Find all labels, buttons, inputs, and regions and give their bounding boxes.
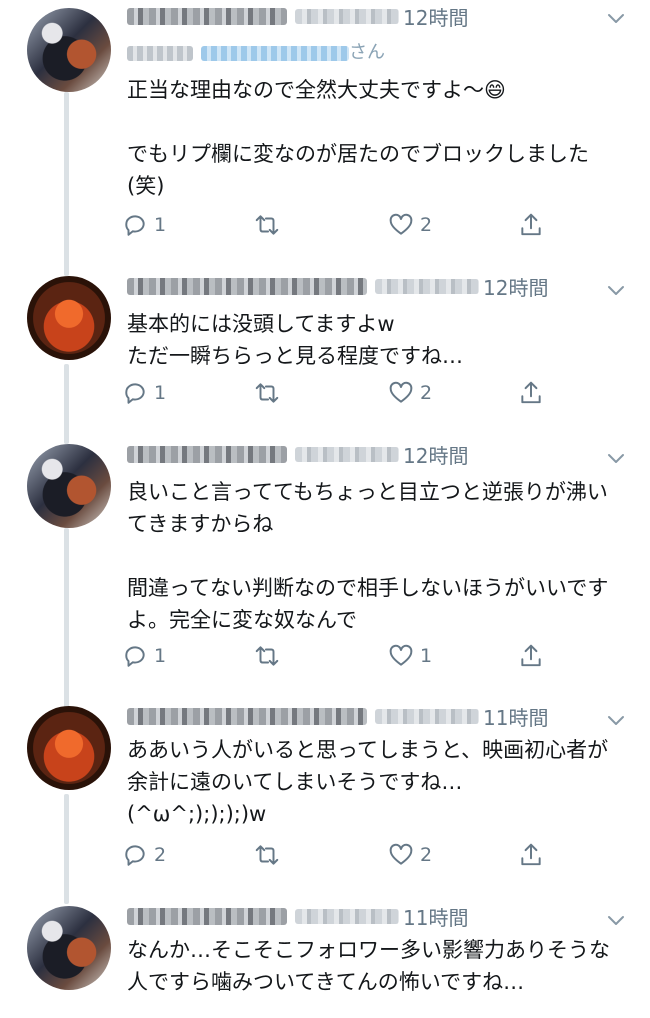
retweet-icon bbox=[255, 215, 279, 235]
share-icon bbox=[521, 381, 541, 404]
retweet-icon bbox=[255, 646, 279, 666]
heart-icon bbox=[389, 644, 413, 666]
timestamp[interactable]: 11時間 bbox=[403, 906, 468, 930]
tweet-text: ああいう人がいると思ってしまうと、映画初心者が余計に遠のいてしまいそうですね… … bbox=[127, 738, 609, 826]
tweet[interactable]: 12時間 さん 正当な理由なので全然大丈夫ですよ〜😄 でもリプ欄に変なのが居たの… bbox=[0, 0, 650, 260]
tweet[interactable]: 11時間 なんか…そこそこフォロワー多い影響力ありそうな人ですら噛みついてきてん… bbox=[0, 900, 650, 1018]
chevron-down-icon[interactable] bbox=[606, 280, 626, 300]
display-name-redacted[interactable] bbox=[127, 908, 287, 925]
reply-button[interactable]: 1 bbox=[122, 638, 166, 674]
like-button[interactable]: 2 bbox=[388, 375, 432, 411]
retweet-icon bbox=[255, 383, 279, 403]
display-name-redacted[interactable] bbox=[127, 446, 287, 463]
reply-icon bbox=[125, 383, 145, 404]
reply-count: 1 bbox=[154, 214, 167, 236]
timestamp[interactable]: 12時間 bbox=[483, 276, 548, 300]
tweet-header: 12時間 bbox=[127, 440, 627, 472]
like-button[interactable]: 1 bbox=[388, 638, 432, 674]
reply-icon bbox=[125, 215, 145, 236]
chevron-down-icon[interactable] bbox=[606, 910, 626, 930]
display-name-redacted[interactable] bbox=[127, 8, 287, 25]
tweet-text: 良いこと言っててもちょっと目立つと逆張りが沸いてきますからね 間違ってない判断な… bbox=[127, 480, 609, 632]
retweet-button[interactable] bbox=[254, 375, 286, 411]
share-icon bbox=[521, 843, 541, 866]
share-icon bbox=[521, 213, 541, 236]
share-icon bbox=[521, 644, 541, 667]
like-button[interactable]: 2 bbox=[388, 837, 432, 873]
timestamp[interactable]: 12時間 bbox=[403, 6, 468, 30]
tweet-text: 基本的には没頭してますよw ただ一瞬ちらっと見る程度ですね… bbox=[127, 312, 463, 368]
tweet-header: 11時間 bbox=[127, 902, 627, 934]
handle-redacted[interactable] bbox=[295, 909, 399, 924]
tweet-actions: 1 2 bbox=[122, 375, 562, 411]
retweet-icon bbox=[255, 845, 279, 865]
reply-button[interactable]: 1 bbox=[122, 375, 166, 411]
tweet-header: 12時間 bbox=[127, 2, 627, 34]
avatar[interactable] bbox=[27, 444, 111, 528]
like-count: 2 bbox=[420, 214, 433, 236]
reply-count: 1 bbox=[154, 645, 167, 667]
reply-count: 1 bbox=[154, 382, 167, 404]
tweet-actions: 1 1 bbox=[122, 638, 562, 674]
like-button[interactable]: 2 bbox=[388, 207, 432, 243]
tweet-text: なんか…そこそこフォロワー多い影響力ありそうな人ですら噛みついてきてんの怖いです… bbox=[127, 938, 610, 994]
retweet-button[interactable] bbox=[254, 638, 286, 674]
handle-redacted[interactable] bbox=[375, 709, 479, 724]
tweet-header: 12時間 bbox=[127, 272, 627, 304]
like-count: 2 bbox=[420, 844, 433, 866]
replying-to: さん bbox=[127, 38, 385, 64]
share-button[interactable] bbox=[518, 638, 544, 674]
reply-icon bbox=[125, 845, 145, 866]
share-button[interactable] bbox=[518, 207, 544, 243]
display-name-redacted[interactable] bbox=[127, 708, 367, 725]
tweet[interactable]: 12時間 良いこと言っててもちょっと目立つと逆張りが沸いてきますからね 間違って… bbox=[0, 438, 650, 698]
retweet-button[interactable] bbox=[254, 837, 286, 873]
reply-button[interactable]: 1 bbox=[122, 207, 166, 243]
like-count: 1 bbox=[420, 645, 433, 667]
timestamp[interactable]: 11時間 bbox=[483, 706, 548, 730]
avatar[interactable] bbox=[27, 276, 111, 360]
chevron-down-icon[interactable] bbox=[606, 8, 626, 28]
handle-redacted[interactable] bbox=[295, 9, 399, 24]
tweet-text: 正当な理由なので全然大丈夫ですよ〜😄 でもリプ欄に変なのが居たのでブロックしまし… bbox=[127, 78, 589, 198]
heart-icon bbox=[389, 213, 413, 235]
tweet[interactable]: 11時間 ああいう人がいると思ってしまうと、映画初心者が余計に遠のいてしまいそう… bbox=[0, 700, 650, 900]
tweet[interactable]: 12時間 基本的には没頭してますよw ただ一瞬ちらっと見る程度ですね… 1 2 bbox=[0, 270, 650, 440]
reply-icon bbox=[125, 646, 145, 667]
like-count: 2 bbox=[420, 382, 433, 404]
replying-to-handle-redacted[interactable] bbox=[201, 45, 349, 61]
heart-icon bbox=[389, 843, 413, 865]
heart-icon bbox=[389, 381, 413, 403]
tweet-header: 11時間 bbox=[127, 702, 627, 734]
timestamp[interactable]: 12時間 bbox=[403, 444, 468, 468]
replying-to-label-redacted bbox=[127, 45, 193, 61]
share-button[interactable] bbox=[518, 375, 544, 411]
tweet-actions: 1 2 bbox=[122, 207, 562, 243]
replying-to-suffix: さん bbox=[349, 42, 385, 63]
share-button[interactable] bbox=[518, 837, 544, 873]
retweet-button[interactable] bbox=[254, 207, 286, 243]
avatar[interactable] bbox=[27, 906, 111, 990]
chevron-down-icon[interactable] bbox=[606, 448, 626, 468]
display-name-redacted[interactable] bbox=[127, 278, 367, 295]
avatar[interactable] bbox=[27, 706, 111, 790]
reply-count: 2 bbox=[154, 844, 167, 866]
reply-button[interactable]: 2 bbox=[122, 837, 166, 873]
tweet-actions: 2 2 bbox=[122, 837, 562, 873]
chevron-down-icon[interactable] bbox=[606, 710, 626, 730]
avatar[interactable] bbox=[27, 8, 111, 92]
handle-redacted[interactable] bbox=[295, 447, 399, 462]
handle-redacted[interactable] bbox=[375, 279, 479, 294]
